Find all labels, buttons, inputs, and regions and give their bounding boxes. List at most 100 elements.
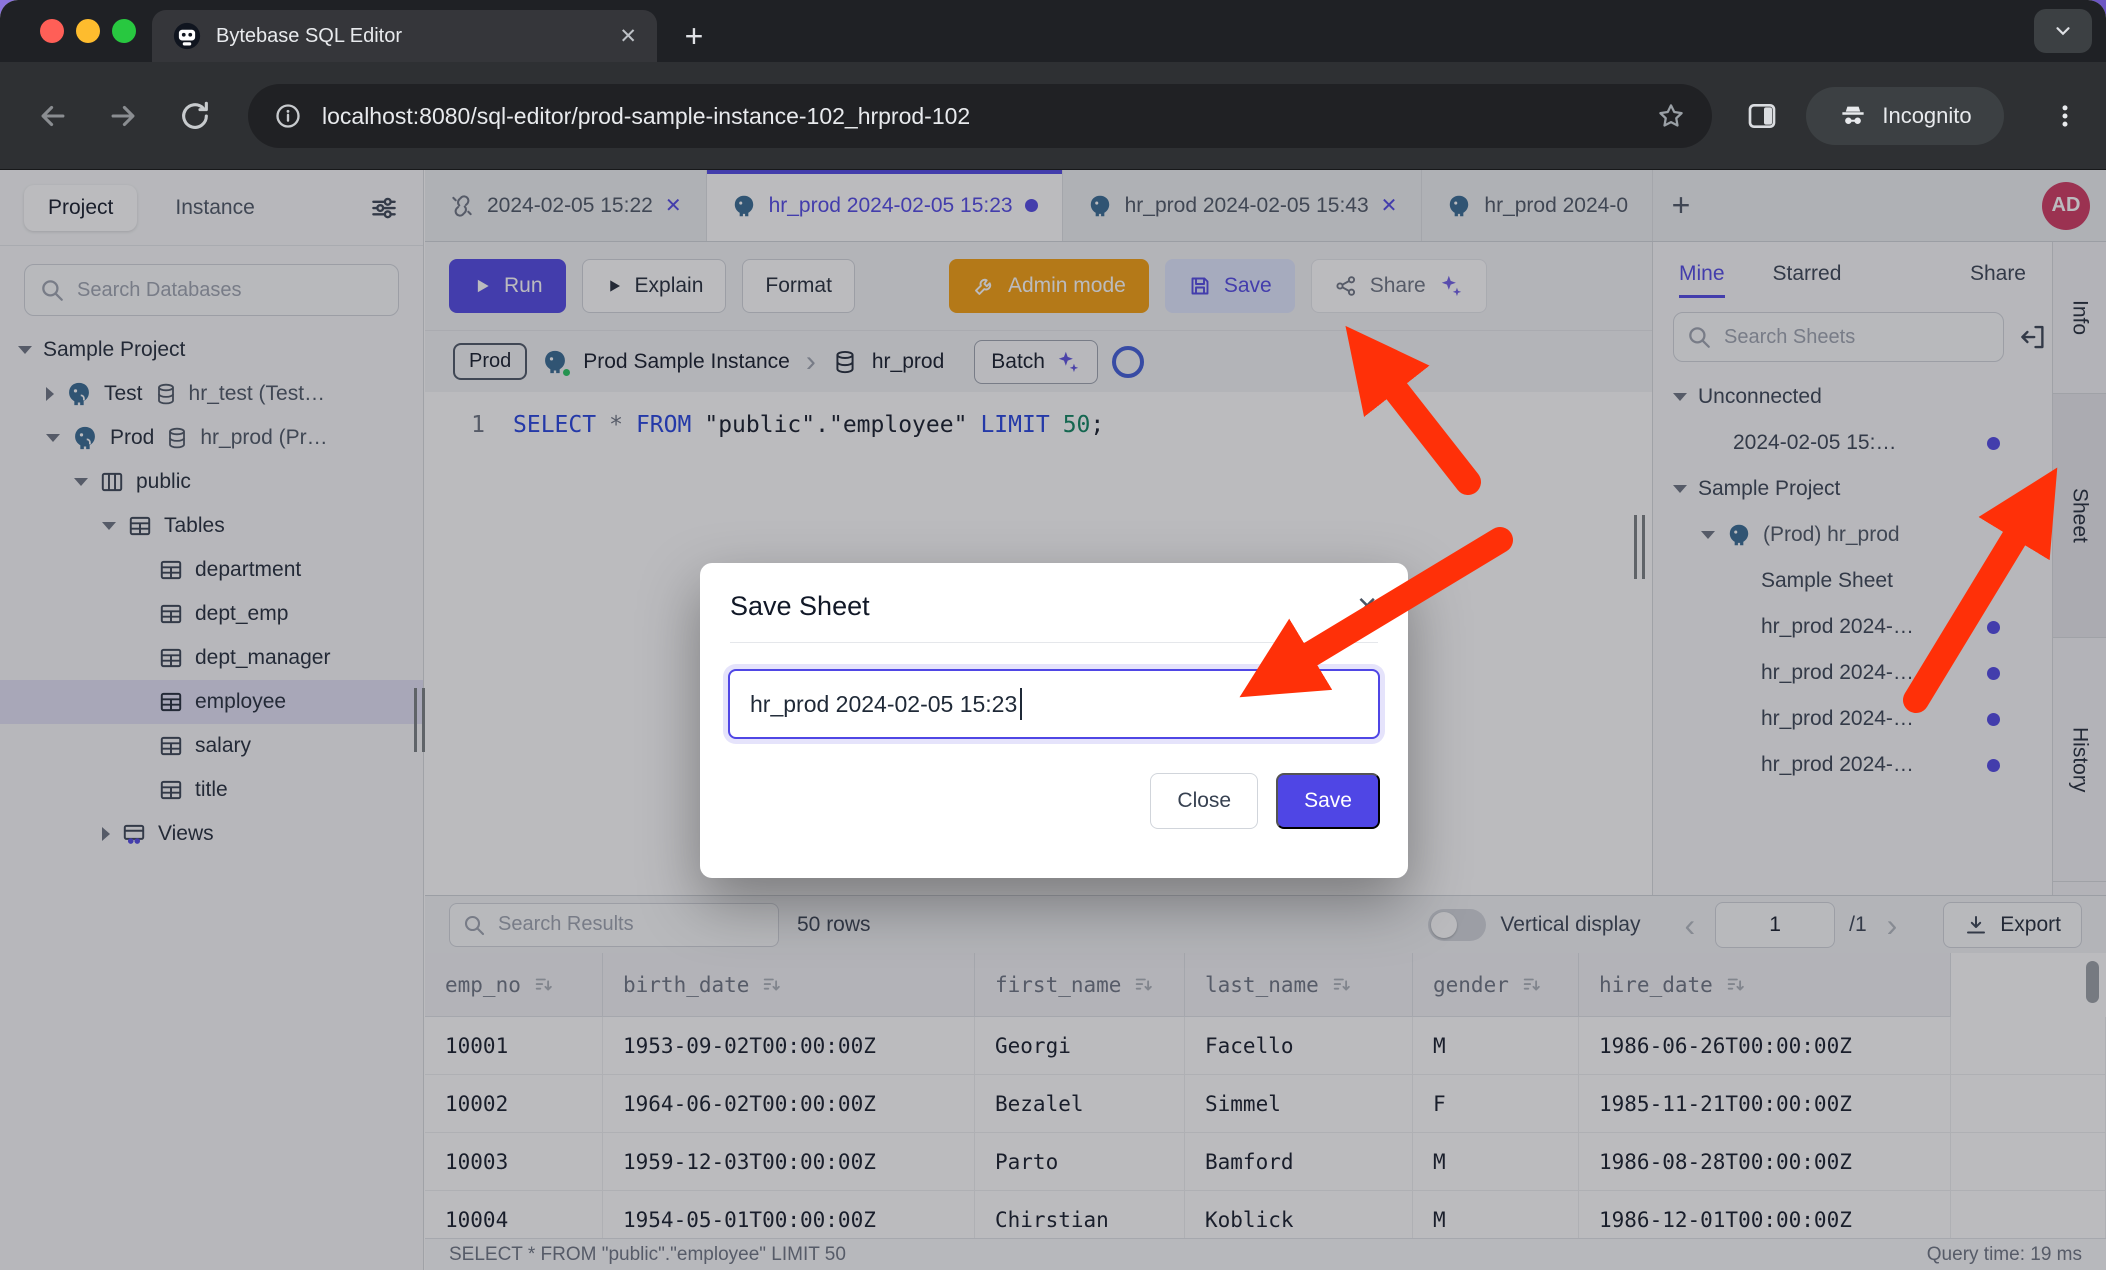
sheet-item[interactable]: hr_prod 2024-… (1653, 604, 2052, 650)
collapse-panel-icon[interactable] (2018, 322, 2048, 352)
column-header[interactable]: birth_date (603, 953, 975, 1017)
tab-mine[interactable]: Mine (1679, 262, 1725, 298)
user-avatar[interactable]: AD (2042, 182, 2090, 230)
help-icon[interactable] (1112, 346, 1144, 378)
close-sheet-icon[interactable]: ✕ (1381, 193, 1398, 218)
sort-icon[interactable] (1331, 974, 1353, 996)
caret-right-icon[interactable] (46, 387, 54, 401)
sheet-tab-2-active[interactable]: hr_prod 2024-02-05 15:23 (707, 170, 1063, 241)
tree-item-table-department[interactable]: department (0, 548, 423, 592)
tree-item-schema-public[interactable]: public (0, 460, 423, 504)
save-sheet-button[interactable]: Save (1165, 259, 1295, 313)
column-header[interactable]: first_name (975, 953, 1185, 1017)
sheet-item[interactable]: hr_prod 2024-… (1653, 696, 2052, 742)
tab-close-icon[interactable]: ✕ (619, 24, 637, 49)
new-tab-button[interactable]: + (668, 10, 720, 62)
sheet-tab-3[interactable]: hr_prod 2024-02-05 15:43 ✕ (1063, 170, 1423, 241)
filter-icon[interactable] (369, 193, 399, 223)
sheet-menu-icon[interactable]: ⋯ (1974, 567, 2000, 596)
sheet-item[interactable]: 2024-02-05 15:… (1653, 420, 2052, 466)
caret-right-icon[interactable] (102, 827, 110, 841)
side-panel-icon[interactable] (1745, 99, 1779, 133)
caret-down-icon[interactable] (1673, 485, 1687, 493)
reload-icon[interactable] (178, 99, 212, 133)
sidebar-resize-handle[interactable] (414, 688, 425, 752)
browser-menu-icon[interactable] (2048, 99, 2082, 133)
panel-resize-handle[interactable] (1634, 515, 1645, 579)
window-zoom-button[interactable] (112, 19, 136, 43)
run-button[interactable]: Run (449, 259, 566, 313)
tab-sheet[interactable]: Sheet (2053, 394, 2106, 638)
admin-mode-button[interactable]: Admin mode (949, 259, 1149, 313)
tab-search-chevron-button[interactable] (2034, 9, 2092, 53)
sheet-item[interactable]: hr_prod 2024-… (1653, 742, 2052, 788)
next-page-icon[interactable]: › (1881, 909, 1904, 941)
sheet-search-input[interactable] (1722, 325, 1991, 350)
batch-button[interactable]: Batch (974, 340, 1098, 384)
sheet-name-input[interactable]: hr_prod 2024-02-05 15:23 (728, 669, 1380, 739)
url-bar[interactable]: localhost:8080/sql-editor/prod-sample-in… (248, 84, 1712, 148)
new-sheet-button[interactable]: + (1653, 170, 1709, 241)
tree-item-views-group[interactable]: Views (0, 812, 423, 856)
tab-instance[interactable]: Instance (151, 185, 278, 231)
tree-item-test-db[interactable]: Test hr_test (Test… (0, 372, 423, 416)
sort-icon[interactable] (1725, 974, 1747, 996)
results-search-input[interactable] (496, 912, 766, 937)
bookmark-star-icon[interactable] (1656, 101, 1686, 131)
tree-item-prod-db[interactable]: Prod hr_prod (Pr… (0, 416, 423, 460)
share-button[interactable]: Share (1311, 259, 1487, 313)
column-header[interactable]: emp_no (425, 953, 603, 1017)
tree-item-table-dept-emp[interactable]: dept_emp (0, 592, 423, 636)
forward-icon[interactable] (106, 99, 140, 133)
breadcrumb-database[interactable]: hr_prod (872, 350, 944, 374)
sheet-search[interactable] (1673, 312, 2004, 362)
sort-icon[interactable] (1133, 974, 1155, 996)
caret-down-icon[interactable] (102, 522, 116, 530)
tree-item-table-employee[interactable]: employee (0, 680, 423, 724)
caret-down-icon[interactable] (1673, 393, 1687, 401)
database-search[interactable] (24, 264, 399, 316)
tree-item-project[interactable]: Sample Project (0, 328, 423, 372)
close-sheet-icon[interactable]: ✕ (665, 193, 682, 218)
database-search-input[interactable] (75, 278, 384, 303)
sheet-group-unconnected[interactable]: Unconnected (1653, 374, 2052, 420)
column-header[interactable]: hire_date (1579, 953, 1951, 1017)
tab-project[interactable]: Project (24, 185, 137, 231)
tree-item-table-dept-manager[interactable]: dept_manager (0, 636, 423, 680)
results-search[interactable] (449, 903, 779, 947)
sheet-group-sample-project[interactable]: Sample Project (1653, 466, 2052, 512)
sheet-group-db[interactable]: (Prod) hr_prod (1653, 512, 2052, 558)
sheet-tab-1[interactable]: 2024-02-05 15:22 ✕ (425, 170, 707, 241)
window-close-button[interactable] (40, 19, 64, 43)
tree-item-table-title[interactable]: title (0, 768, 423, 812)
tab-share[interactable]: Share (1970, 262, 2026, 286)
explain-button[interactable]: Explain (582, 259, 727, 313)
sort-icon[interactable] (761, 974, 783, 996)
format-button[interactable]: Format (742, 259, 855, 313)
sheet-item-sample-sheet[interactable]: Sample Sheet ⋯ (1653, 558, 2052, 604)
caret-down-icon[interactable] (74, 478, 88, 486)
tab-starred[interactable]: Starred (1773, 262, 1842, 286)
sort-icon[interactable] (1521, 974, 1543, 996)
page-input[interactable] (1715, 902, 1835, 948)
sheet-tab-4[interactable]: hr_prod 2024-0 (1422, 170, 1653, 241)
table-scrollbar[interactable] (2086, 961, 2099, 1003)
prev-page-icon[interactable]: ‹ (1678, 909, 1701, 941)
site-info-icon[interactable] (274, 102, 302, 130)
vertical-display-toggle[interactable] (1428, 909, 1486, 941)
tree-item-tables-group[interactable]: Tables (0, 504, 423, 548)
caret-down-icon[interactable] (18, 346, 32, 354)
column-header[interactable]: last_name (1185, 953, 1413, 1017)
browser-tab[interactable]: Bytebase SQL Editor ✕ (152, 10, 657, 62)
sheet-item[interactable]: hr_prod 2024-… (1653, 650, 2052, 696)
column-header[interactable]: gender (1413, 953, 1579, 1017)
back-icon[interactable] (36, 99, 70, 133)
export-button[interactable]: Export (1943, 902, 2082, 948)
dialog-close-button[interactable]: Close (1150, 773, 1258, 829)
caret-down-icon[interactable] (1701, 531, 1715, 539)
breadcrumb-instance[interactable]: Prod Sample Instance (583, 350, 790, 374)
tab-history[interactable]: History (2053, 638, 2106, 882)
dialog-save-button[interactable]: Save (1276, 773, 1380, 829)
tab-info[interactable]: Info (2053, 242, 2106, 394)
dialog-close-icon[interactable]: ✕ (1356, 591, 1378, 622)
